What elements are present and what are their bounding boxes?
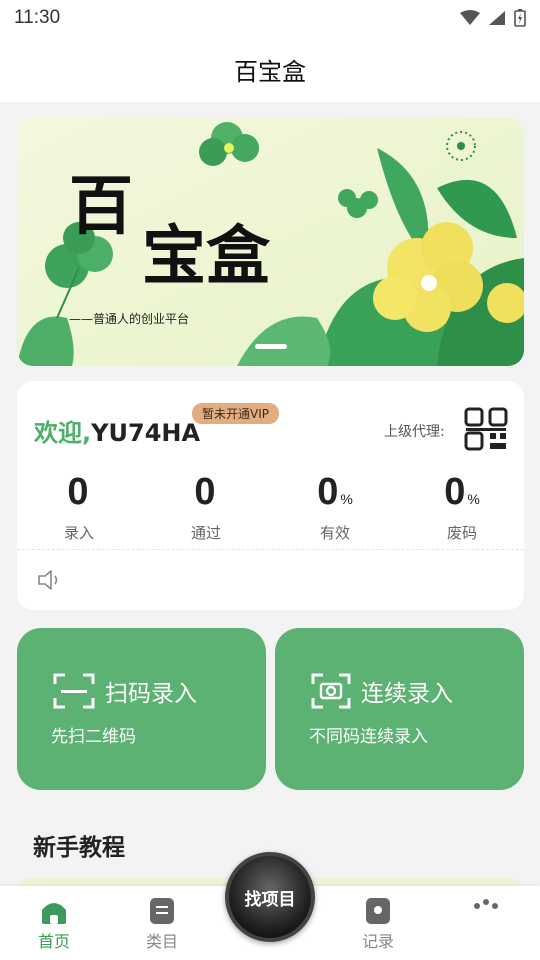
battery-icon [514,9,526,27]
stat-valid: 0% 有效 [285,471,385,543]
stat-unit: % [467,491,480,507]
page-title: 百宝盒 [234,57,306,86]
stat-value: 0 [444,471,466,513]
announcement-bar[interactable] [17,549,524,609]
status-bar: 11:30 [0,0,540,36]
superior-agent-label: 上级代理: [384,424,445,440]
stat-value: 0 [67,471,89,513]
banner-carousel[interactable]: 百 宝盒 ——普通人的创业平台 [17,118,524,366]
continuous-entry-title: 连续录入 [361,681,453,707]
stat-label: 通过 [190,524,221,542]
tab-more[interactable] [451,896,521,928]
stat-value: 0 [194,471,216,513]
scan-entry-title: 扫码录入 [105,681,197,707]
stat-label: 有效 [319,524,350,542]
vip-status-badge[interactable]: 暂未开通VIP [192,403,279,424]
qr-code-icon[interactable] [464,407,508,451]
banner-title-2: 宝盒 [142,219,271,294]
records-icon [366,898,390,924]
camera-icon [311,673,351,709]
tab-home[interactable]: 首页 [19,896,89,952]
stat-label: 录入 [63,524,94,542]
list-icon [150,898,174,924]
scan-entry-subtitle: 先扫二维码 [51,727,136,747]
continuous-entry-subtitle: 不同码连续录入 [309,727,428,747]
signal-icon [489,11,505,25]
status-time: 11:30 [14,7,61,28]
status-icons [460,9,526,27]
banner-slogan: ——普通人的创业平台 [69,311,189,326]
scan-icon [53,673,95,709]
stat-label: 废码 [446,524,477,542]
scan-entry-button[interactable]: 扫码录入 先扫二维码 [17,628,266,790]
tab-category[interactable]: 类目 [127,896,197,952]
stat-value: 0 [317,471,339,513]
banner-illustration: 百 宝盒 ——普通人的创业平台 [17,118,524,366]
tab-label: 首页 [37,932,70,951]
user-stats-card: 欢迎, YU74HA 暂未开通VIP 上级代理: 0 录入 0 通过 0% 有效… [17,381,524,610]
app-header: 百宝盒 [0,36,540,102]
stat-entered: 0 录入 [29,471,129,543]
wifi-icon [460,10,480,25]
stat-invalid: 0% 废码 [412,471,512,543]
banner-title-1: 百 [69,169,133,244]
carousel-indicator[interactable] [255,344,287,349]
continuous-entry-button[interactable]: 连续录入 不同码连续录入 [275,628,524,790]
stat-unit: % [340,491,353,507]
find-project-button[interactable]: 找项目 [225,852,315,942]
tab-label: 类目 [145,932,178,951]
welcome-prefix: 欢迎, [34,419,92,447]
tab-records[interactable]: 记录 [343,896,413,952]
stat-passed: 0 通过 [156,471,256,543]
username: YU74HA [91,419,201,447]
welcome-text: 欢迎, YU74HA [34,413,200,448]
tab-label: 记录 [361,932,394,951]
home-icon [42,903,66,924]
more-icon [474,899,498,909]
speaker-icon [38,570,58,590]
find-project-label: 找项目 [244,889,296,910]
tutorial-section-title: 新手教程 [33,835,125,861]
